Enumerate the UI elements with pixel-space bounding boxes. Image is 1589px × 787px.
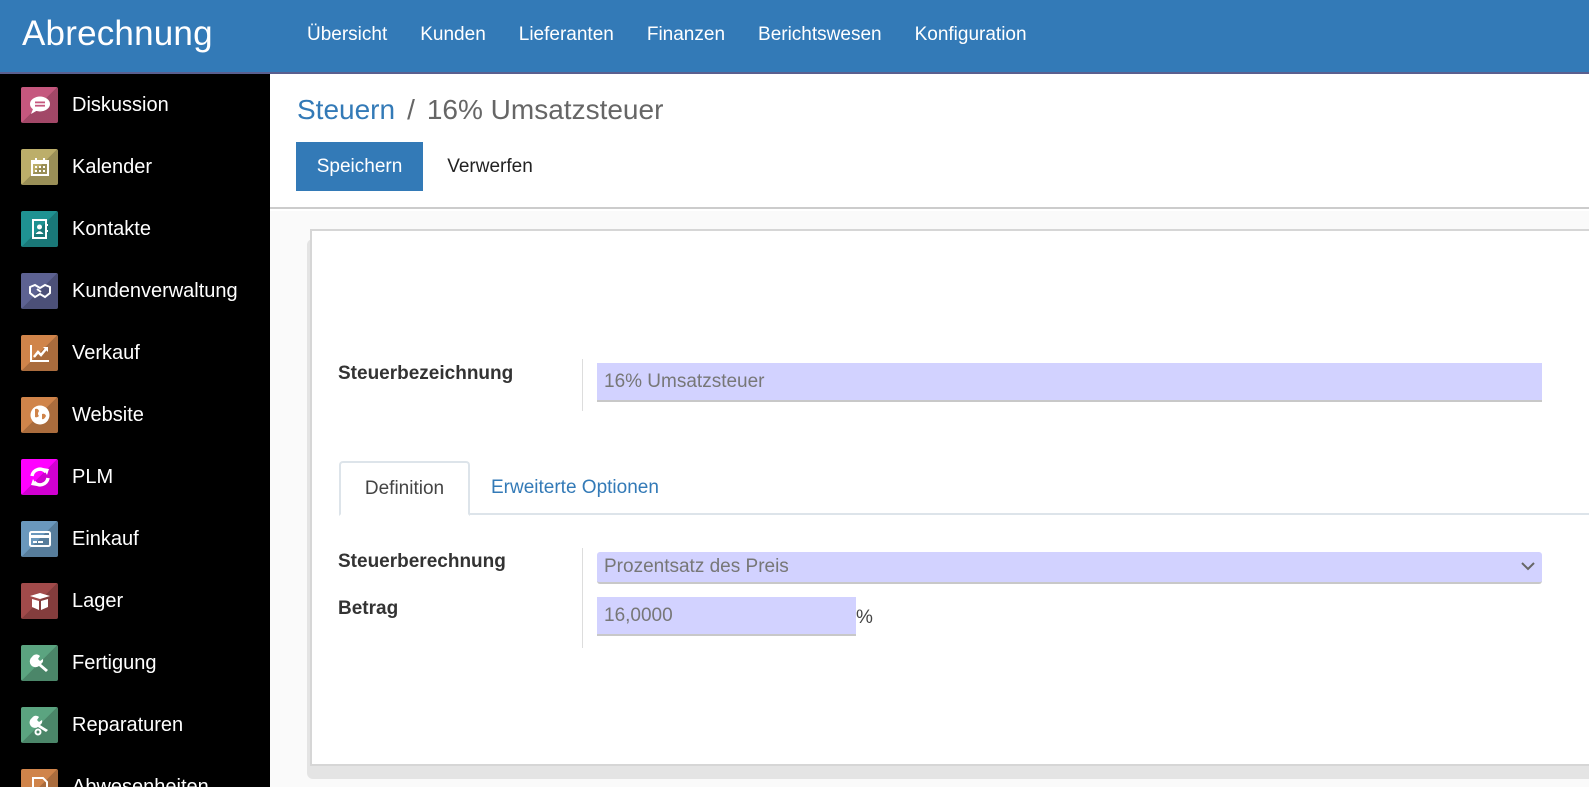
tax-computation-label: Steuerberechnung — [338, 551, 506, 572]
sidebar-item-label: PLM — [72, 465, 114, 488]
top-navbar: Abrechnung Übersicht Kunden Lieferanten … — [0, 0, 1589, 74]
document-icon — [21, 769, 58, 787]
field-separator — [582, 359, 583, 411]
sidebar-item-reparaturen[interactable]: Reparaturen — [0, 694, 270, 756]
save-button[interactable]: Speichern — [296, 142, 423, 191]
menu-kunden[interactable]: Kunden — [420, 24, 486, 46]
sidebar-item-label: Diskussion — [72, 93, 169, 116]
sidebar-item-label: Lager — [72, 589, 124, 612]
breadcrumb-parent-link[interactable]: Steuern — [297, 94, 395, 125]
form-sheet: Steuerbezeichnung Definition Erweiterte … — [310, 229, 1589, 766]
form-view: Steuerbezeichnung Definition Erweiterte … — [270, 211, 1589, 787]
chevron-down-icon — [1520, 558, 1536, 580]
chat-bubble-icon — [21, 87, 58, 123]
control-panel: Steuern / 16% Umsatzsteuer Speichern Verwe… — [270, 74, 1589, 209]
breadcrumb-current: 16% Umsatzsteuer — [426, 94, 664, 125]
sidebar-item-label: Verkauf — [72, 341, 140, 364]
menu-berichtswesen[interactable]: Berichtswesen — [758, 24, 882, 46]
handshake-icon — [21, 273, 58, 309]
sidebar-item-plm[interactable]: PLM — [0, 446, 270, 508]
sidebar-item-kundenverwaltung[interactable]: Kundenverwaltung — [0, 260, 270, 322]
menu-uebersicht[interactable]: Übersicht — [307, 24, 387, 46]
credit-card-icon — [21, 521, 58, 557]
sidebar-item-label: Kalender — [72, 155, 153, 178]
globe-icon — [21, 397, 58, 433]
tax-computation-value: Prozentsatz des Preis — [604, 556, 789, 577]
sidebar-item-kontakte[interactable]: Kontakte — [0, 198, 270, 260]
calendar-icon — [21, 149, 58, 185]
sidebar-item-label: Reparaturen — [72, 713, 184, 736]
sync-icon — [21, 459, 58, 495]
field-separator — [582, 548, 583, 648]
sidebar-item-fertigung[interactable]: Fertigung — [0, 632, 270, 694]
trend-chart-icon — [21, 335, 58, 371]
form-tabs: Definition Erweiterte Optionen — [339, 461, 1589, 516]
menu-finanzen[interactable]: Finanzen — [647, 24, 725, 46]
sidebar-item-einkauf[interactable]: Einkauf — [0, 508, 270, 570]
discard-button[interactable]: Verwerfen — [430, 142, 550, 191]
sidebar-item-label: Einkauf — [72, 527, 139, 550]
sidebar-item-website[interactable]: Website — [0, 384, 270, 446]
sidebar-item-label: Kontakte — [72, 217, 151, 240]
amount-input[interactable] — [597, 597, 856, 636]
wrench-gear-icon — [21, 707, 58, 743]
amount-label: Betrag — [338, 598, 399, 619]
sidebar-item-label: Kundenverwaltung — [72, 279, 238, 302]
menu-lieferanten[interactable]: Lieferanten — [519, 24, 614, 46]
wrench-icon — [21, 645, 58, 681]
menu-konfiguration[interactable]: Konfiguration — [915, 24, 1027, 46]
breadcrumb-separator: / — [407, 94, 415, 125]
sidebar-item-diskussion[interactable]: Diskussion — [0, 74, 270, 136]
address-book-icon — [21, 211, 58, 247]
breadcrumb: Steuern / 16% Umsatzsteuer — [297, 94, 663, 126]
box-icon — [21, 583, 58, 619]
tab-definition[interactable]: Definition — [339, 461, 470, 516]
sidebar-item-lager[interactable]: Lager — [0, 570, 270, 632]
top-menu: Übersicht Kunden Lieferanten Finanzen Be… — [307, 24, 1060, 46]
app-sidebar: Diskussion Kalender Kontakte Kundenverwa… — [0, 74, 270, 787]
sidebar-item-abwesenheiten[interactable]: Abwesenheiten — [0, 756, 270, 787]
amount-unit: % — [856, 607, 873, 628]
sidebar-item-verkauf[interactable]: Verkauf — [0, 322, 270, 384]
tab-erweiterte-optionen[interactable]: Erweiterte Optionen — [470, 461, 680, 515]
main-content: Steuern / 16% Umsatzsteuer Speichern Verwe… — [270, 74, 1589, 787]
sidebar-item-label: Website — [72, 403, 144, 426]
sidebar-item-kalender[interactable]: Kalender — [0, 136, 270, 198]
tax-name-input[interactable] — [597, 363, 1542, 402]
tax-computation-select[interactable]: Prozentsatz des Preis — [597, 552, 1542, 584]
sidebar-item-label: Fertigung — [72, 651, 157, 674]
app-title[interactable]: Abrechnung — [22, 14, 213, 54]
sidebar-item-label: Abwesenheiten — [72, 775, 209, 787]
tax-name-label: Steuerbezeichnung — [338, 363, 514, 384]
